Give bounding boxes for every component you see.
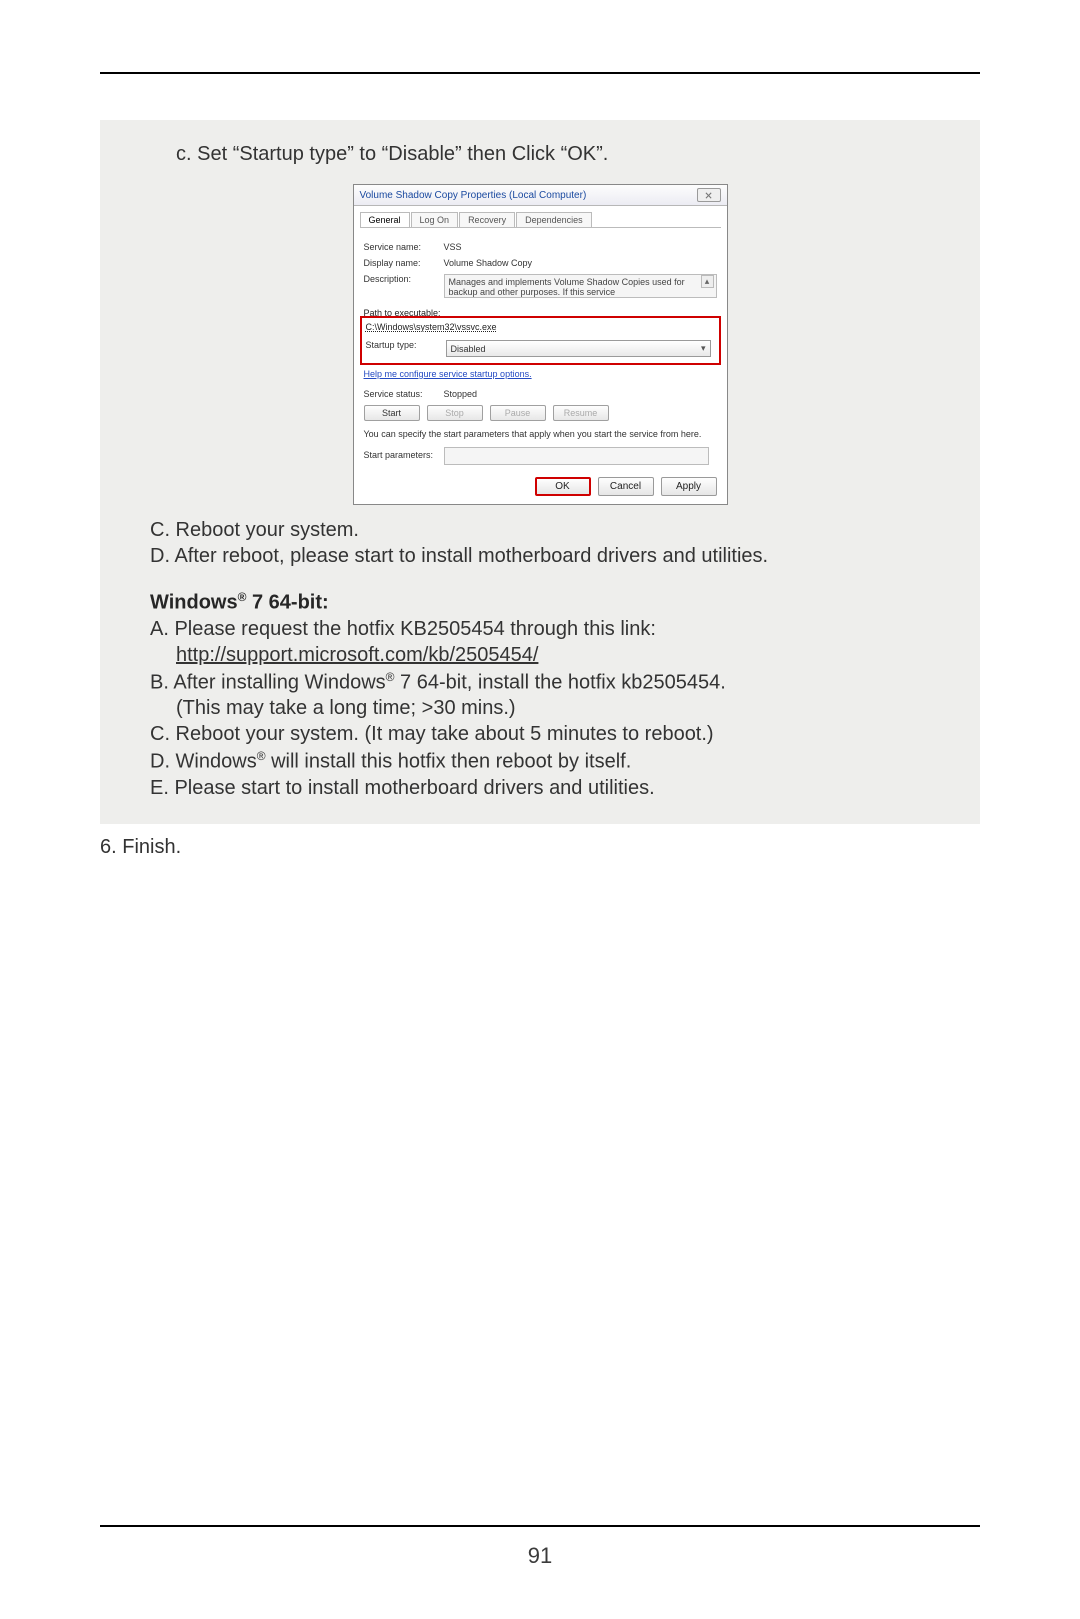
start-params-input[interactable] bbox=[444, 447, 709, 465]
heading-prefix: Windows bbox=[150, 592, 238, 614]
startup-type-value: Disabled bbox=[451, 344, 486, 354]
hotfix-link[interactable]: http://support.microsoft.com/kb/2505454/ bbox=[176, 644, 930, 667]
dialog-buttons: OK Cancel Apply bbox=[354, 471, 727, 504]
tab-dependencies[interactable]: Dependencies bbox=[516, 212, 592, 227]
display-name-label: Display name: bbox=[364, 258, 444, 268]
dialog-title-bar: Volume Shadow Copy Properties (Local Com… bbox=[354, 185, 727, 206]
reg-symbol-2: ® bbox=[386, 670, 395, 684]
service-status-label: Service status: bbox=[364, 389, 444, 399]
step-D2: D. Windows® will install this hotfix the… bbox=[150, 749, 930, 774]
dialog-title: Volume Shadow Copy Properties (Local Com… bbox=[360, 190, 587, 201]
heading-suffix: 7 64-bit: bbox=[246, 592, 328, 614]
step-B-suffix: 7 64-bit, install the hotfix kb2505454. bbox=[395, 671, 726, 693]
step-c-text: c. Set “Startup type” to “Disable” then … bbox=[176, 143, 930, 166]
service-status-value: Stopped bbox=[444, 389, 717, 399]
resume-button[interactable]: Resume bbox=[553, 405, 609, 421]
start-params-label: Start parameters: bbox=[364, 450, 444, 460]
screenshot-wrapper: Volume Shadow Copy Properties (Local Com… bbox=[150, 184, 930, 505]
chevron-down-icon: ▾ bbox=[701, 343, 706, 354]
display-name-value: Volume Shadow Copy bbox=[444, 258, 717, 268]
service-name-value: VSS bbox=[444, 242, 717, 252]
tab-recovery[interactable]: Recovery bbox=[459, 212, 515, 227]
description-text: Manages and implements Volume Shadow Cop… bbox=[449, 277, 685, 297]
service-name-label: Service name: bbox=[364, 242, 444, 252]
step-D2-suffix: will install this hotfix then reboot by … bbox=[266, 751, 632, 773]
step-6-finish: 6. Finish. bbox=[100, 836, 980, 859]
step-B-note: (This may take a long time; >30 mins.) bbox=[176, 697, 930, 720]
description-field: Manages and implements Volume Shadow Cop… bbox=[444, 274, 717, 298]
startup-type-label: Startup type: bbox=[366, 340, 446, 350]
step-A: A. Please request the hotfix KB2505454 t… bbox=[150, 618, 930, 641]
step-C-reboot: C. Reboot your system. bbox=[150, 519, 930, 542]
step-C2: C. Reboot your system. (It may take abou… bbox=[150, 723, 930, 746]
description-label: Description: bbox=[364, 274, 444, 284]
step-D2-prefix: D. Windows bbox=[150, 751, 257, 773]
tab-logon[interactable]: Log On bbox=[411, 212, 459, 227]
start-params-note: You can specify the start parameters tha… bbox=[364, 429, 717, 439]
close-icon[interactable]: 🗙 bbox=[697, 188, 721, 202]
step-B: B. After installing Windows® 7 64-bit, i… bbox=[150, 670, 930, 695]
reg-symbol-3: ® bbox=[257, 749, 266, 763]
page-number: 91 bbox=[528, 1543, 552, 1569]
scroll-up-icon[interactable]: ▴ bbox=[701, 275, 714, 288]
step-D-drivers: D. After reboot, please start to install… bbox=[150, 545, 930, 568]
bottom-rule bbox=[100, 1525, 980, 1527]
step-B-prefix: B. After installing Windows bbox=[150, 671, 386, 693]
top-rule bbox=[100, 72, 980, 74]
ok-button[interactable]: OK bbox=[535, 477, 591, 496]
cancel-button[interactable]: Cancel bbox=[598, 477, 654, 496]
highlight-box: C:\Windows\system32\vssvc.exe Startup ty… bbox=[360, 316, 721, 365]
dialog-tabs: General Log On Recovery Dependencies bbox=[360, 212, 721, 228]
pause-button[interactable]: Pause bbox=[490, 405, 546, 421]
dialog-window: Volume Shadow Copy Properties (Local Com… bbox=[353, 184, 728, 505]
start-button[interactable]: Start bbox=[364, 405, 420, 421]
page-content: c. Set “Startup type” to “Disable” then … bbox=[100, 120, 980, 1499]
dialog-panel: Service name: VSS Display name: Volume S… bbox=[354, 228, 727, 471]
tab-general[interactable]: General bbox=[360, 212, 410, 227]
path-value: C:\Windows\system32\vssvc.exe bbox=[366, 322, 715, 332]
instruction-box: c. Set “Startup type” to “Disable” then … bbox=[100, 120, 980, 824]
startup-type-dropdown[interactable]: Disabled ▾ bbox=[446, 340, 711, 357]
apply-button[interactable]: Apply bbox=[661, 477, 717, 496]
win7-64-heading: Windows® 7 64-bit: bbox=[150, 590, 930, 615]
help-link[interactable]: Help me configure service startup option… bbox=[364, 369, 717, 379]
step-E: E. Please start to install motherboard d… bbox=[150, 777, 930, 800]
stop-button[interactable]: Stop bbox=[427, 405, 483, 421]
